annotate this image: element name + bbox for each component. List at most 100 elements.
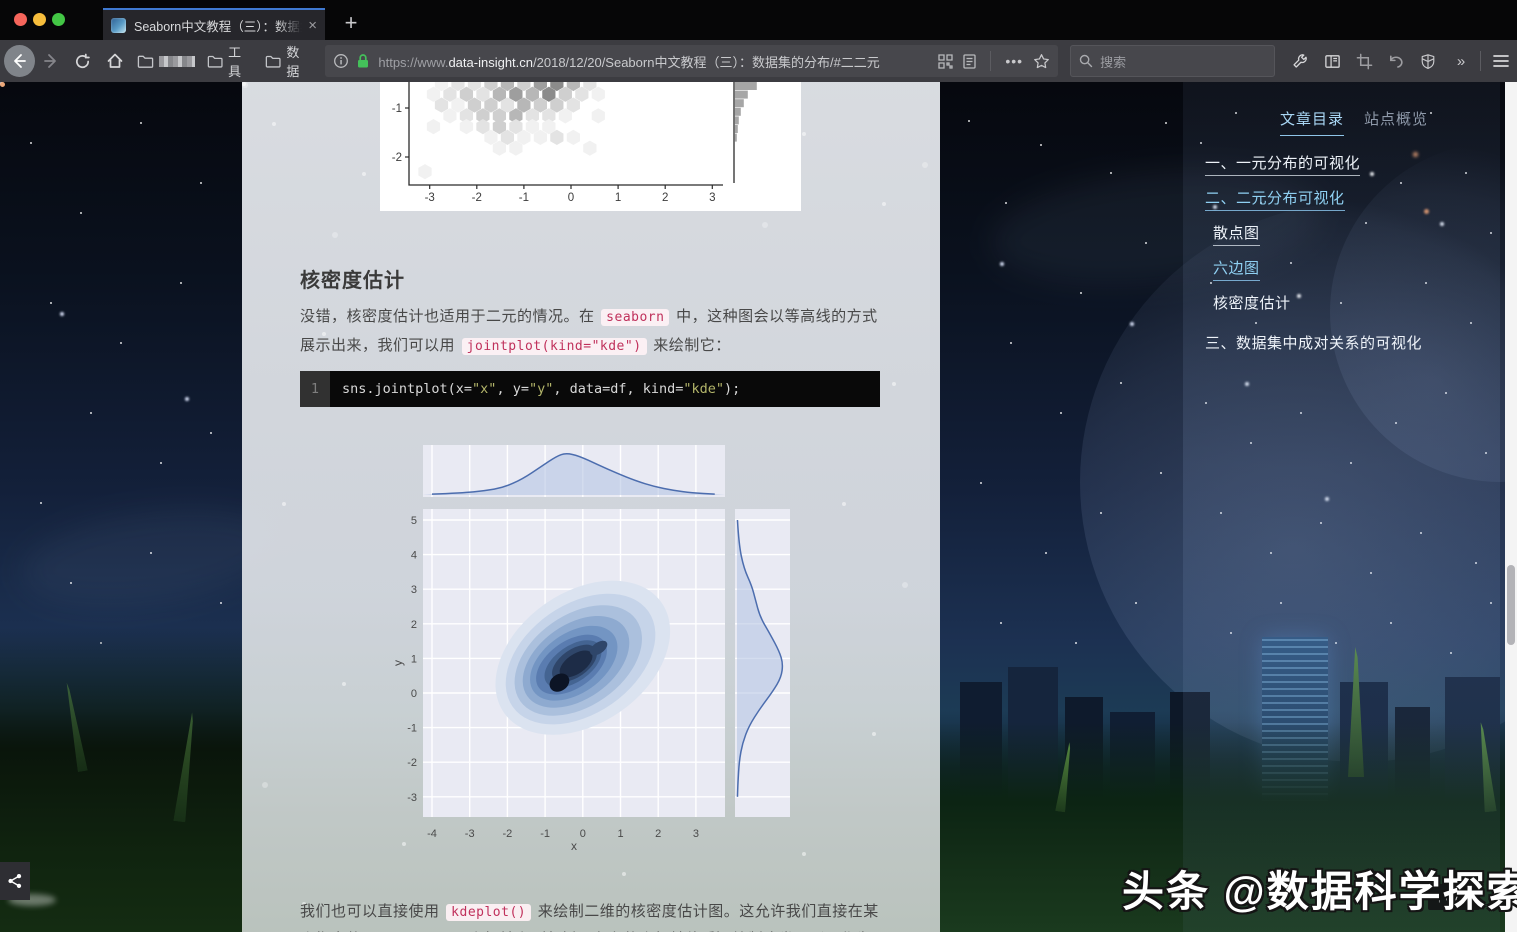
toc-item[interactable]: 核密度估计 (1213, 292, 1500, 315)
toc-tab-site-overview[interactable]: 站点概览 (1364, 108, 1428, 136)
toc-sidebar: 文章目录 站点概览 一、一元分布的可视化 二、二元分布可视化散点图六边图核密度估计… (1183, 82, 1500, 932)
y-axis-label: y (393, 660, 405, 666)
url-text: https://www.data-insight.cn/2018/12/20/S… (378, 52, 938, 71)
protection-shield-button[interactable] (1413, 46, 1443, 76)
marginal-bar (734, 125, 738, 133)
text-run: 没错，核密度估计也适用于二元的情况。在 (300, 308, 600, 325)
marginal-bar (734, 116, 739, 125)
bookmark-label: 数据 (286, 45, 300, 79)
home-button[interactable] (100, 46, 130, 76)
tick-label: 0 (411, 688, 417, 700)
x-axis-label: x (571, 839, 577, 852)
text-run: 来绘制它： (648, 337, 731, 354)
reader-view-icon[interactable] (963, 53, 977, 69)
new-tab-button[interactable]: + (336, 8, 366, 38)
reload-icon (76, 53, 91, 68)
hamburger-menu-button[interactable] (1486, 46, 1516, 76)
back-button[interactable] (4, 45, 35, 77)
tick-label: 1 (617, 828, 623, 840)
crop-icon (1356, 53, 1372, 69)
toc-tabs: 文章目录 站点概览 (1280, 108, 1428, 136)
page-actions-icon[interactable]: ••• (1005, 53, 1023, 69)
search-placeholder: 搜索 (1100, 54, 1127, 70)
home-icon (107, 53, 123, 68)
toc-item-label: 三、数据集中成对关系的可视化 (1205, 335, 1423, 352)
orange-stars (0, 82, 5, 87)
inline-code: seaborn (601, 309, 670, 326)
tick-label: -3 (407, 792, 417, 804)
code-block: 1 sns.jointplot(x= "x", y= "y", data=df, k… (300, 371, 880, 407)
maximize-window-button[interactable] (52, 13, 65, 26)
tick-label: -1 (540, 828, 550, 840)
paragraph: 没错，核密度估计也适用于二元的情况。在 seaborn 中，这种图会以等高线的方… (300, 303, 884, 361)
url-protocol: https://www. (378, 54, 449, 70)
undo-close-tab-button[interactable] (1381, 46, 1411, 76)
toc-item-list: 一、一元分布的可视化 二、二元分布可视化散点图六边图核密度估计三、数据集中成对关系… (1183, 152, 1500, 366)
toc-item[interactable]: 六边图 (1213, 257, 1500, 281)
tab-title: Seaborn中文教程（三）：数据集 (134, 19, 303, 34)
tick-label: -3 (465, 828, 475, 840)
toc-tab-article-directory[interactable]: 文章目录 (1280, 108, 1345, 136)
tick-label: 2 (655, 828, 661, 840)
paragraph: 我们也可以直接使用 kdeplot() 来绘制二维的核密度估计图。这允许我们直接… (300, 898, 884, 932)
divider (990, 51, 992, 71)
section-heading: 核密度估计 (300, 269, 405, 292)
toc-item[interactable]: 散点图 (1213, 222, 1500, 246)
tick-label: -2 (472, 192, 482, 204)
watermark: 头条 @数据科学探索 (1122, 868, 1517, 915)
page-viewport: -3 -2 -1 0 1 2 3 -1 -2 核密度估计 没错，核密度估计也适用于二元的情况。在… (0, 82, 1517, 932)
toc-item-label: 六边图 (1213, 257, 1260, 281)
screenshot-button[interactable] (1349, 46, 1379, 76)
bookmark-folder-redacted[interactable] (137, 54, 195, 69)
secure-lock-icon (358, 54, 369, 68)
bookmark-star-icon[interactable] (1033, 53, 1050, 70)
reload-button[interactable] (68, 46, 98, 76)
bookmark-label: 工具 (228, 45, 242, 79)
developer-tools-button[interactable] (1285, 46, 1315, 76)
tick-label: 1 (411, 653, 417, 665)
forward-button[interactable] (36, 46, 66, 76)
site-info-icon[interactable] (333, 53, 349, 69)
browser-tab[interactable]: Seaborn中文教程（三）：数据集 × (103, 8, 325, 40)
toc-item-label: 二、二元分布可视化 (1205, 187, 1345, 211)
folder-icon (265, 55, 281, 68)
overflow-menu-button[interactable]: » (1445, 46, 1475, 76)
sidebars-button[interactable] (1317, 46, 1347, 76)
tick-label: 0 (568, 192, 574, 204)
code-string-token: "x" (472, 381, 497, 397)
search-input[interactable]: 搜索 (1070, 45, 1276, 77)
tick-label: 3 (411, 584, 417, 596)
close-tab-icon[interactable]: × (308, 17, 317, 34)
toc-item[interactable]: 三、数据集中成对关系的可视化 (1205, 332, 1500, 355)
hexbin-jointplot-figure: -3 -2 -1 0 1 2 3 -1 -2 (380, 82, 801, 211)
url-domain: data-insight.cn (448, 54, 534, 70)
close-window-button[interactable] (14, 13, 27, 26)
folder-icon (207, 55, 223, 68)
code-string-token: "kde" (683, 381, 725, 397)
toc-item[interactable]: 一、一元分布的可视化 (1205, 152, 1500, 176)
minimize-window-button[interactable] (33, 13, 46, 26)
tick-label: 4 (411, 550, 417, 562)
scrollbar-track[interactable] (1505, 82, 1517, 932)
navigation-toolbar: 工具 数据 https://www.data-insight.cn/2018/1… (0, 40, 1517, 82)
share-button[interactable] (0, 862, 30, 900)
bookmark-folder-data[interactable]: 数据 (265, 42, 311, 80)
divider (1480, 51, 1481, 71)
qr-code-icon[interactable] (938, 53, 954, 69)
shield-icon (1421, 53, 1435, 69)
bookmark-label-redacted (158, 55, 195, 67)
tick-label: -1 (392, 103, 402, 115)
scrollbar-thumb[interactable] (1507, 565, 1515, 645)
code-token: , y= (496, 381, 529, 397)
bookmark-folder-tools[interactable]: 工具 (207, 42, 253, 80)
marginal-bar (734, 90, 748, 99)
tick-label: 2 (662, 192, 668, 204)
marginal-bar (734, 99, 744, 108)
back-arrow-icon (14, 54, 27, 68)
url-path: /2018/12/20/Seaborn中文教程（三）：数据集的分布/#二二元 (533, 54, 880, 70)
code-token: ); (724, 381, 741, 397)
tick-label: -1 (407, 723, 417, 735)
toc-item[interactable]: 二、二元分布可视化 (1205, 187, 1500, 211)
tick-label: -2 (407, 757, 417, 769)
url-bar[interactable]: https://www.data-insight.cn/2018/12/20/S… (325, 45, 1059, 77)
